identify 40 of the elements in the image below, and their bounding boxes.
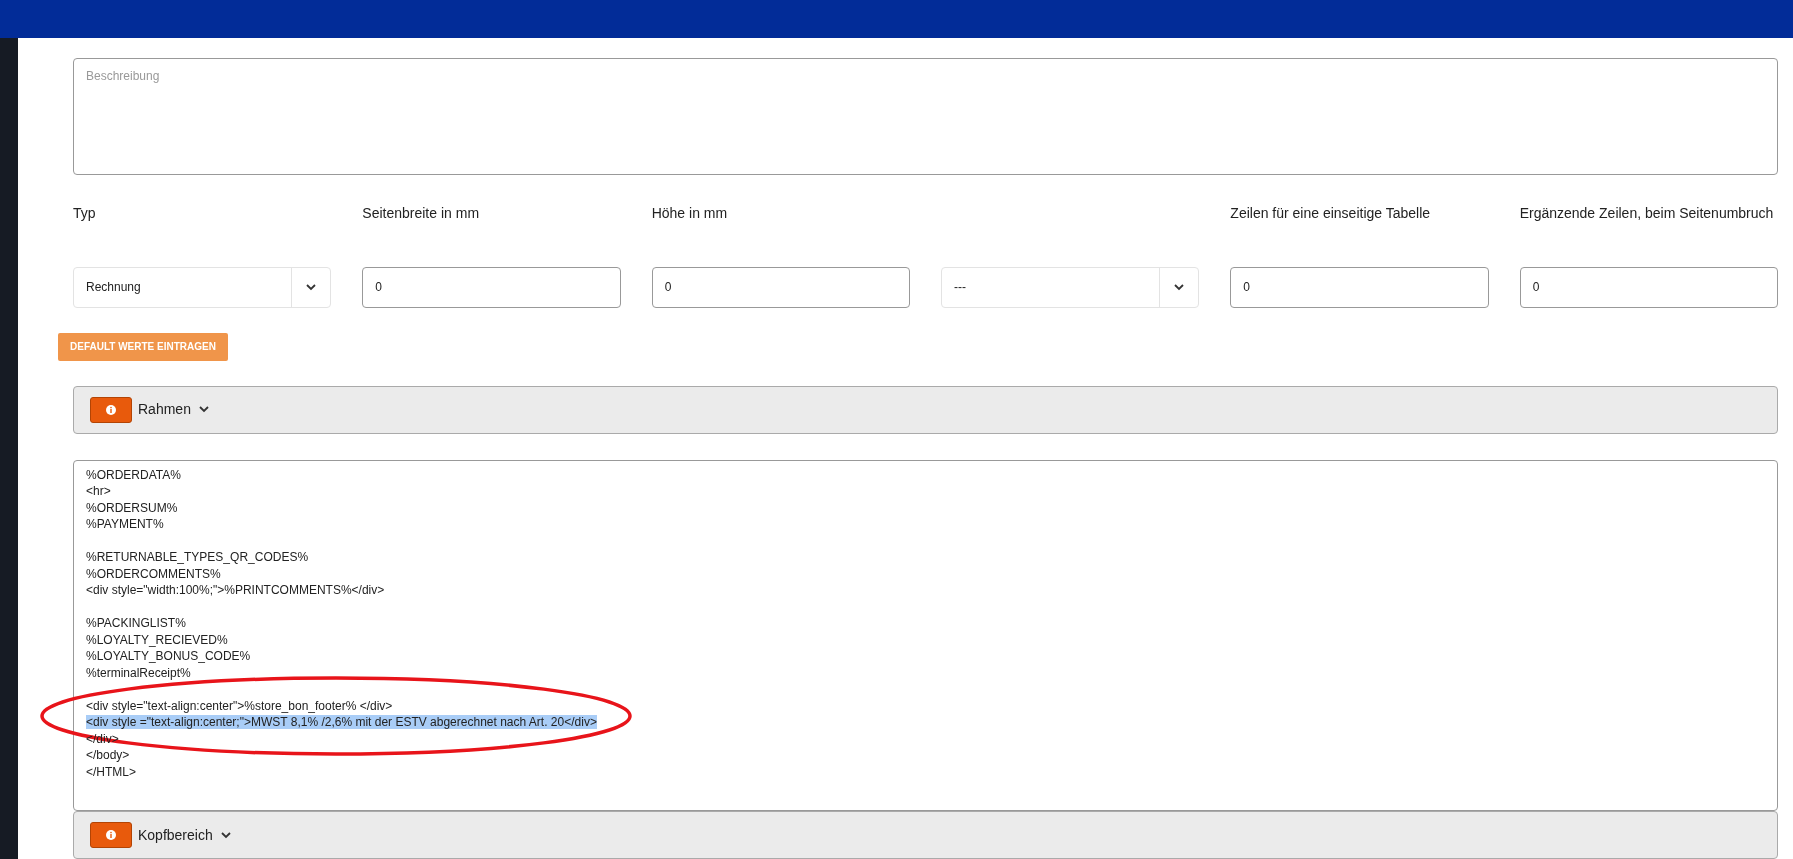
code-line: %LOYALTY_BONUS_CODE% — [86, 649, 251, 664]
field-label: Höhe in mm — [651, 204, 728, 221]
code-line: </body> — [86, 748, 130, 763]
chevron-icon — [198, 406, 209, 414]
code-line: %ORDERSUM% — [86, 500, 178, 515]
number-input[interactable]: 0 — [1519, 266, 1778, 308]
info-button[interactable] — [90, 822, 132, 848]
code-line: <div style="width:100%;">%PRINTCOMMENTS%</div> — [86, 583, 385, 598]
field-label: Seitenbreite in mm — [362, 204, 480, 221]
number-input[interactable]: 0 — [1230, 266, 1489, 308]
field-label: Zeilen für eine einseitige Tabelle — [1230, 204, 1431, 221]
chevron-icon — [220, 831, 231, 839]
code-line: %PAYMENT% — [86, 517, 164, 532]
field-label: Ergänzende Zeilen, beim Seitenumbruch — [1519, 204, 1774, 221]
select-field[interactable]: --- — [941, 266, 1200, 308]
section-title: Kopfbereich — [138, 825, 213, 845]
info-icon — [106, 830, 116, 840]
select-field[interactable]: Rechnung — [73, 266, 332, 308]
info-icon — [106, 404, 116, 415]
select-value: Rechnung — [85, 279, 142, 297]
number-input[interactable]: 0 — [362, 266, 621, 308]
code-line: %ORDERCOMMENTS% — [86, 566, 221, 581]
chevron-icon — [306, 283, 317, 291]
code-line: %terminalReceipt% — [86, 665, 191, 680]
number-input[interactable]: 0 — [651, 266, 910, 308]
description-field[interactable]: Beschreibung — [73, 58, 1778, 175]
field-label: Typ — [73, 204, 96, 221]
code-line: %PACKINGLIST% — [86, 616, 186, 631]
section-header[interactable]: Rahmen — [73, 385, 1778, 434]
code-line: %LOYALTY_RECIEVED% — [86, 632, 228, 647]
code-line: <div style="text-align:center">%store_bon_footer% </div> — [86, 698, 393, 713]
chevron-icon — [1174, 283, 1185, 291]
code-line: %RETURNABLE_TYPES_QR_CODES% — [86, 550, 309, 565]
code-line: %ORDERDATA% — [86, 467, 181, 482]
section-header[interactable]: Kopfbereich — [73, 811, 1778, 859]
select-value: --- — [953, 279, 967, 297]
code-line: </HTML> — [86, 764, 136, 779]
code-line: <hr> — [86, 484, 111, 499]
info-button[interactable] — [90, 396, 132, 423]
section-title: Rahmen — [138, 400, 191, 420]
